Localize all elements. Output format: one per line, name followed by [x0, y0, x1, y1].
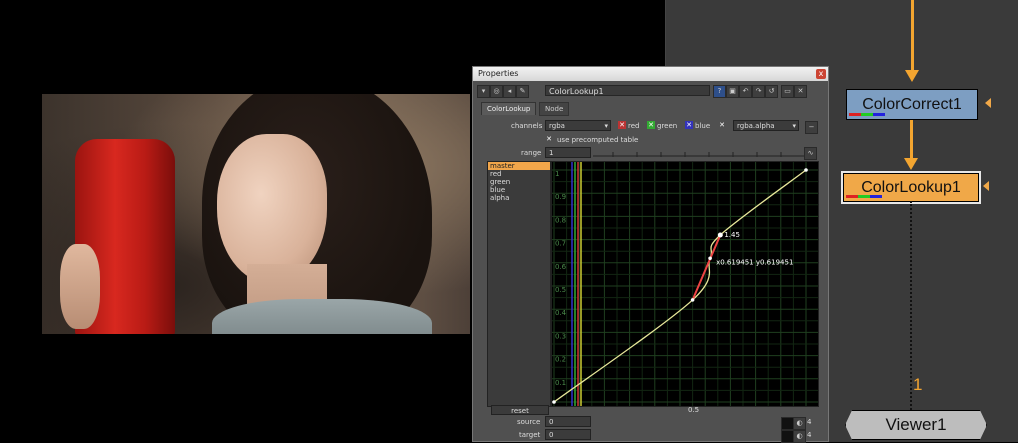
curve-list[interactable]: master red green blue alpha	[487, 161, 551, 407]
mask-input-arrow[interactable]	[985, 98, 991, 108]
properties-titlebar[interactable]: Properties	[473, 67, 828, 81]
minus-icon[interactable]: −	[805, 121, 818, 134]
green-channel-indicator	[861, 113, 873, 116]
red-checkbox[interactable]: ✕	[618, 121, 626, 129]
close-icon[interactable]: x	[816, 69, 826, 79]
source-input[interactable]: 0	[545, 416, 591, 427]
y-tick-label: 0.7	[555, 240, 566, 248]
close-panel-icon[interactable]: ✕	[794, 85, 807, 98]
channels-label: channels	[511, 122, 543, 130]
tab-node[interactable]: Node	[539, 102, 570, 116]
properties-toolbar: ▾ ◎ ◂ ✎ ColorLookup1 ? ▣ ↶ ↷ ↺ ▭ ✕	[477, 85, 827, 99]
redo-icon[interactable]: ↷	[752, 85, 765, 98]
curve-point	[804, 168, 808, 172]
coord-readout: x0.619451 y0.619451	[716, 258, 793, 266]
color-wheel-icon[interactable]: ◐	[793, 417, 806, 430]
curve-point	[717, 232, 723, 238]
curve-list-item-green[interactable]: green	[488, 178, 550, 186]
target-input[interactable]: 0	[545, 429, 591, 440]
mask-input-arrow[interactable]	[983, 181, 989, 191]
green-label: green	[657, 122, 678, 130]
curve-editor[interactable]: 1 0.9 0.8 0.7 0.6 0.5 0.4 0.3 0.2 0.1 1.45 x0.61945…	[551, 161, 819, 407]
input-icon[interactable]: ◂	[503, 85, 516, 98]
tools-icon[interactable]: ✎	[516, 85, 529, 98]
y-tick-label: 0.2	[555, 356, 566, 364]
node-name-field[interactable]: ColorLookup1	[545, 85, 710, 96]
curve-list-item-red[interactable]: red	[488, 170, 550, 178]
alpha-checkbox[interactable]: ✕	[718, 121, 726, 129]
tab-colorlookup[interactable]: ColorLookup	[481, 102, 537, 115]
y-tick-label: 0.9	[555, 193, 566, 201]
curve-list-item-blue[interactable]: blue	[488, 186, 550, 194]
node-viewer[interactable]: Viewer1	[845, 410, 987, 440]
viewer-connection	[910, 201, 912, 410]
red-channel-indicator	[849, 113, 861, 116]
node-colorcorrect[interactable]: ColorCorrect1	[846, 89, 978, 120]
collapse-icon[interactable]: ▾	[477, 85, 490, 98]
alpha-value: rgba.alpha	[737, 122, 775, 130]
undo-icon[interactable]: ↶	[739, 85, 752, 98]
float-icon[interactable]: ▭	[781, 85, 794, 98]
properties-panel: Properties x ▾ ◎ ◂ ✎ ColorLookup1 ? ▣ ↶ …	[472, 66, 829, 443]
curve-graph[interactable]: 1 0.9 0.8 0.7 0.6 0.5 0.4 0.3 0.2 0.1 1.45 x0.61945…	[552, 162, 818, 406]
center-icon[interactable]: ◎	[490, 85, 503, 98]
range-slider[interactable]	[593, 151, 815, 157]
swatch-count: 4	[807, 431, 812, 439]
green-checkbox[interactable]: ✕	[647, 121, 655, 129]
viewer-image	[42, 94, 470, 334]
chevron-down-icon: ▾	[792, 122, 796, 130]
curve-point	[690, 298, 695, 302]
range-label: range	[521, 149, 542, 157]
swatch-count: 4	[807, 418, 812, 426]
y-tick-label: 0.6	[555, 263, 567, 271]
mid-tick-label: 0.5	[688, 406, 700, 414]
precomputed-checkbox[interactable]: ✕	[545, 135, 553, 143]
reset-button[interactable]: reset	[491, 405, 549, 415]
curve-point	[708, 256, 712, 261]
point-value-label: 1.45	[724, 231, 740, 239]
viewer-input-number: 1	[913, 375, 923, 394]
node-colorlookup[interactable]: ColorLookup1	[843, 173, 979, 202]
precomputed-label: use precomputed table	[557, 136, 639, 144]
red-channel-indicator	[846, 195, 858, 198]
channels-value: rgba	[549, 122, 565, 130]
revert-icon[interactable]: ↺	[765, 85, 778, 98]
color-wheel-icon[interactable]: ◐	[793, 430, 806, 443]
target-label: target	[519, 431, 541, 439]
properties-title: Properties	[478, 69, 519, 78]
curve-point	[552, 400, 556, 404]
range-input[interactable]: 1	[545, 147, 591, 158]
input-arrow	[905, 70, 919, 82]
blue-channel-indicator	[873, 113, 885, 116]
channels-dropdown[interactable]: rgba ▾	[545, 120, 611, 131]
y-tick-label: 0.1	[555, 379, 566, 387]
animation-icon[interactable]: ∿	[804, 147, 817, 160]
edge-cc-to-cl	[910, 118, 913, 160]
curve-list-item-alpha[interactable]: alpha	[488, 194, 550, 202]
blue-channel-indicator	[870, 195, 882, 198]
chevron-down-icon: ▾	[604, 122, 608, 130]
help-icon[interactable]: ?	[713, 85, 726, 98]
node-viewer-label: Viewer1	[885, 415, 947, 434]
alpha-dropdown[interactable]: rgba.alpha ▾	[733, 120, 799, 131]
y-tick-label: 0.5	[555, 286, 566, 294]
curve-list-item-master[interactable]: master	[488, 162, 550, 170]
red-label: red	[628, 122, 640, 130]
source-label: source	[517, 418, 541, 426]
color-swatch-icon[interactable]: ▣	[726, 85, 739, 98]
input-edge	[911, 0, 914, 70]
edge-arrow	[904, 158, 918, 170]
blue-checkbox[interactable]: ✕	[685, 121, 693, 129]
node-colorcorrect-label: ColorCorrect1	[862, 95, 962, 113]
node-colorlookup-label: ColorLookup1	[861, 178, 961, 196]
selected-tangent	[691, 234, 722, 301]
y-tick-label: 1	[555, 170, 559, 178]
blue-label: blue	[695, 122, 711, 130]
y-tick-label: 0.4	[555, 309, 567, 317]
y-tick-label: 0.3	[555, 332, 566, 340]
green-channel-indicator	[858, 195, 870, 198]
y-tick-label: 0.8	[555, 216, 566, 224]
